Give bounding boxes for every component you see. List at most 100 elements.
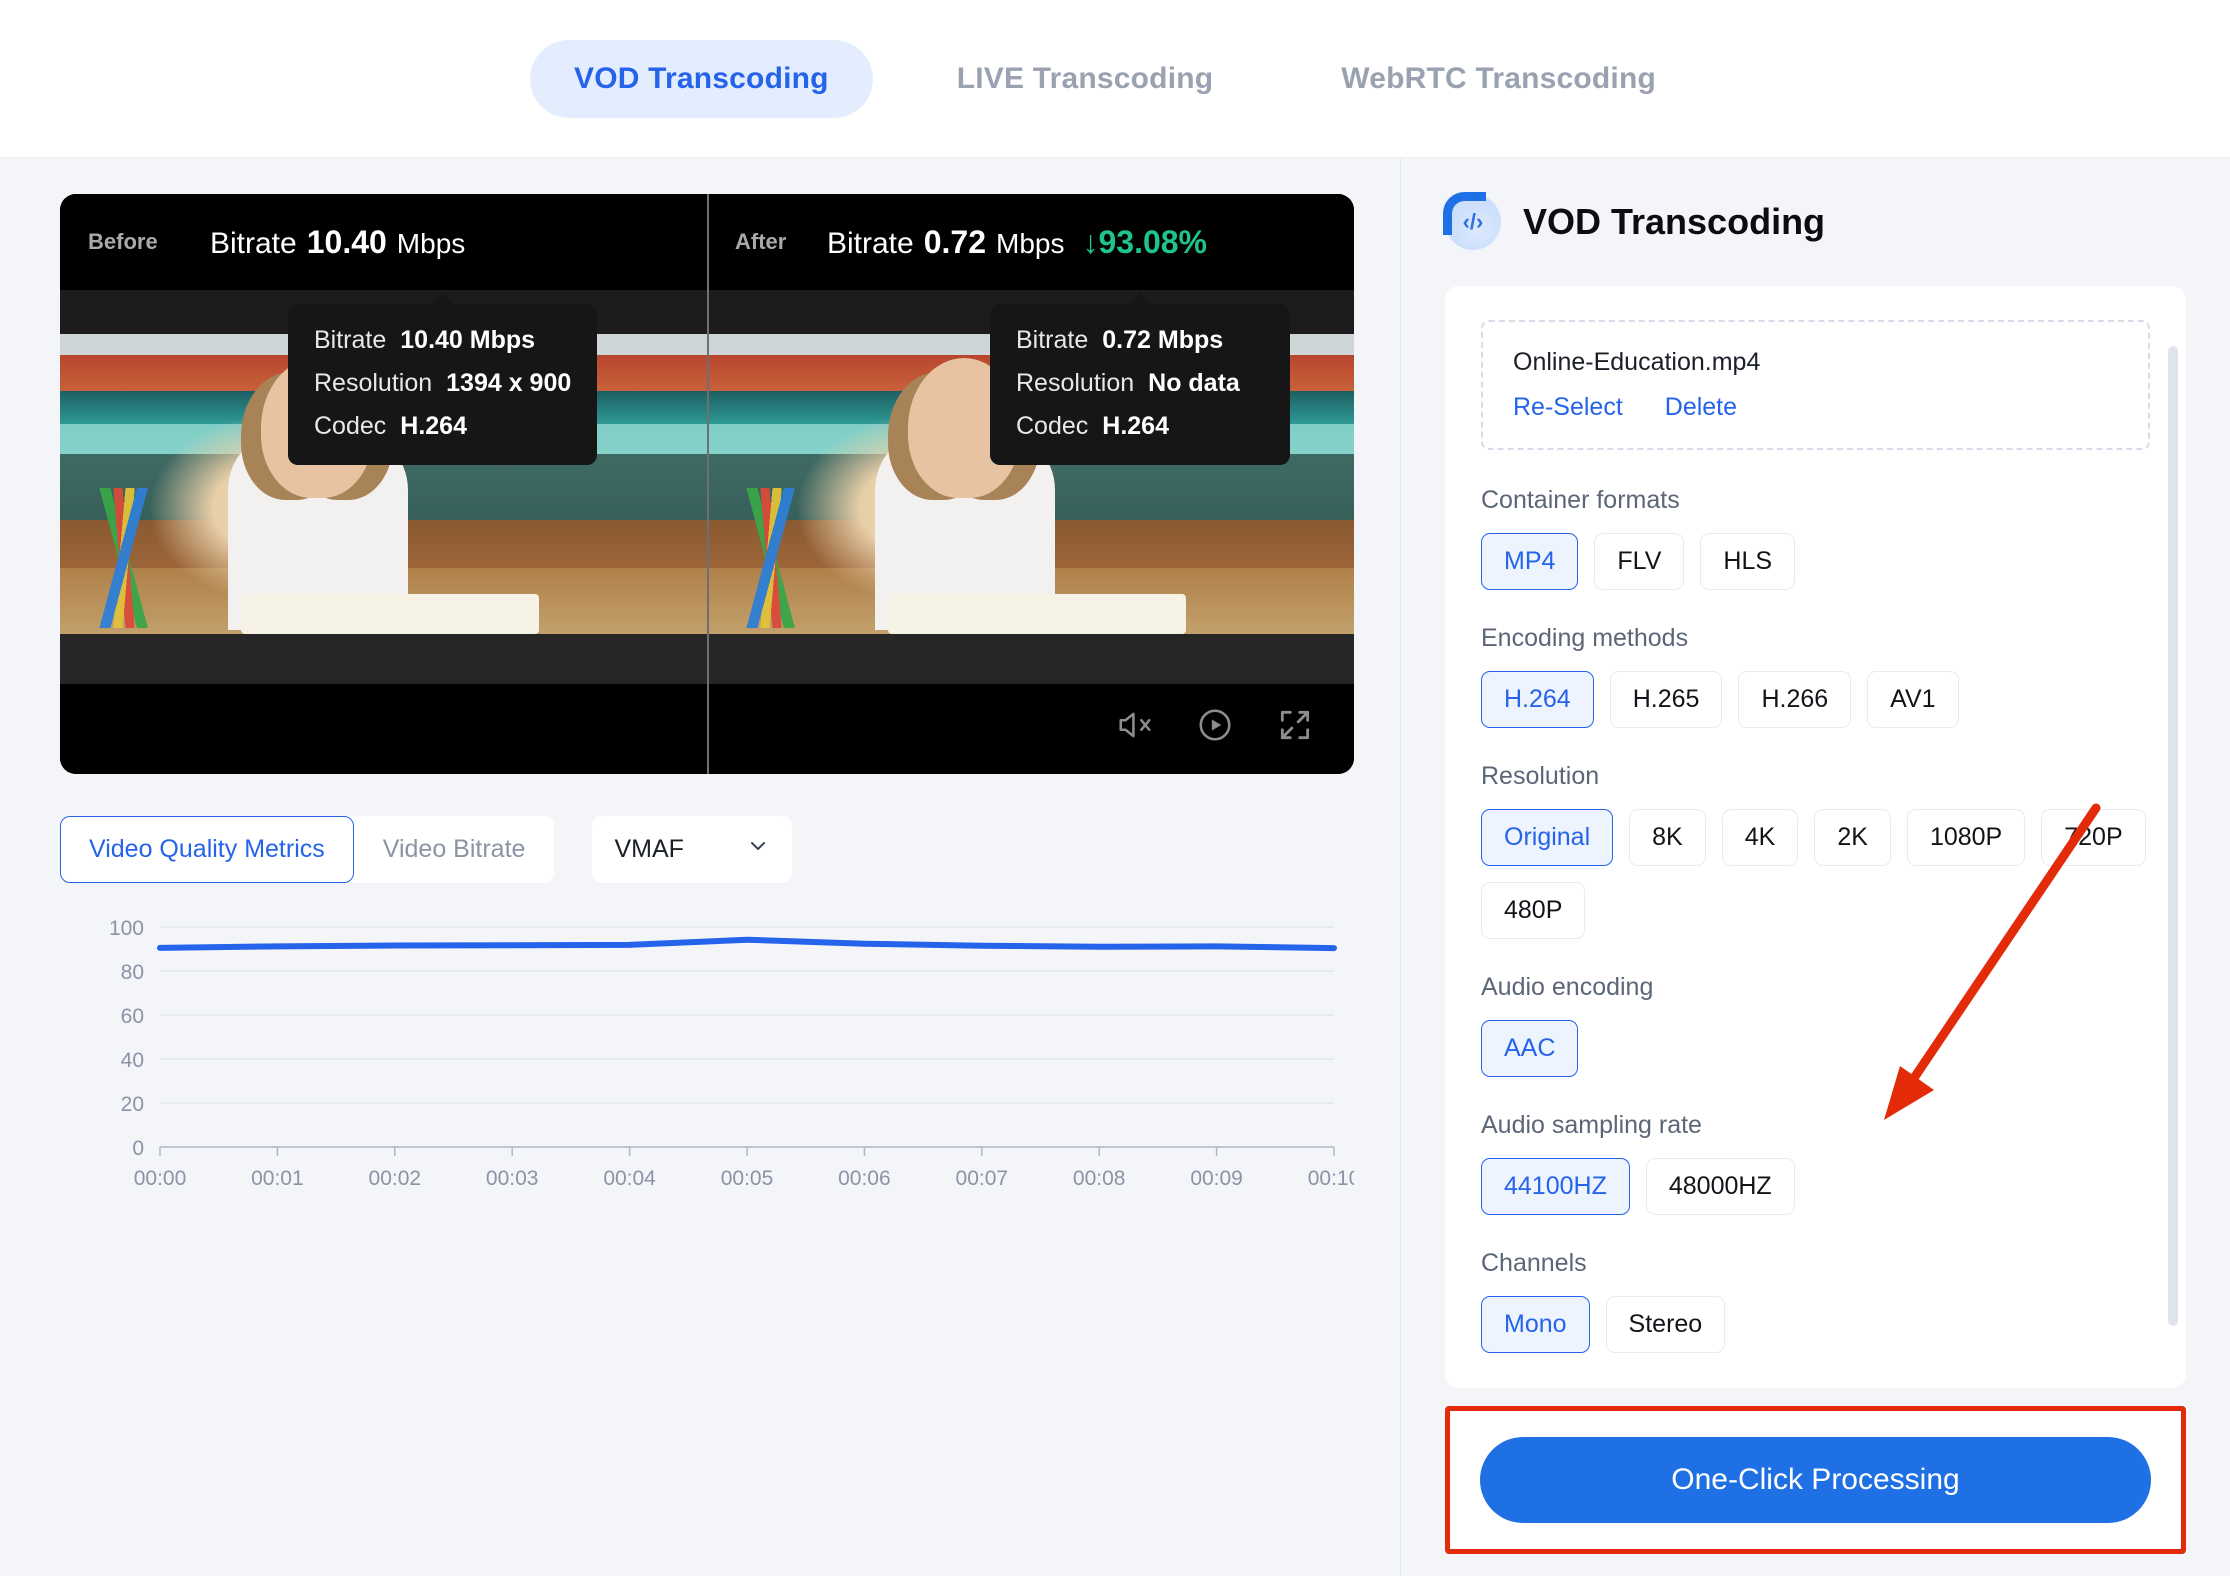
video-comparison-player[interactable]: Before Bitrate 10.40 Mbps After Bitrate …: [60, 194, 1354, 774]
before-info-tooltip: Bitrate 10.40 Mbps Resolution 1394 x 900…: [288, 293, 598, 465]
tab-video-quality-metrics[interactable]: Video Quality Metrics: [60, 816, 354, 883]
x-axis-tick-label: 00:09: [1190, 1167, 1243, 1190]
tooltip-row: Resolution 1394 x 900: [314, 369, 571, 398]
tab-vod-transcoding[interactable]: VOD Transcoding: [529, 39, 873, 118]
quality-chart: 0 20 40 60 80 100 00:00 00:01 00:02 00:03 00:04 00:…: [60, 913, 1354, 1203]
before-label: Before: [88, 229, 158, 254]
before-bitrate-unit: Mbps: [396, 227, 466, 259]
settings-header: ‹/› VOD Transcoding: [1443, 192, 2186, 250]
play-icon[interactable]: [1196, 706, 1234, 744]
tooltip-key: Resolution: [1016, 369, 1135, 397]
tooltip-key: Codec: [1016, 412, 1089, 440]
option-chip[interactable]: H.265: [1609, 671, 1723, 728]
one-click-processing-button[interactable]: One-Click Processing: [1480, 1437, 2151, 1523]
notebook-decor: [888, 594, 1186, 634]
tooltip-value: 10.40 Mbps: [400, 326, 536, 354]
option-chip[interactable]: FLV: [1594, 533, 1685, 590]
tooltip-value: 0.72 Mbps: [1102, 326, 1224, 354]
option-chip[interactable]: AAC: [1481, 1020, 1579, 1077]
section-label: Audio encoding: [1481, 973, 1654, 1001]
option-chip[interactable]: 720P: [2041, 809, 2146, 866]
x-axis-tick-label: 00:04: [603, 1167, 656, 1190]
before-bitrate-value: 10.40: [306, 223, 387, 260]
option-chip[interactable]: MP4: [1481, 533, 1579, 590]
x-axis-tick-label: 00:10: [1308, 1167, 1354, 1190]
option-chip[interactable]: Mono: [1481, 1296, 1590, 1353]
settings-pane: ‹/› VOD Transcoding Online-Education.mp4…: [1400, 158, 2230, 1576]
x-axis-tick-label: 00:08: [1073, 1167, 1126, 1190]
selected-file-name: Online-Education.mp4: [1513, 348, 1761, 376]
tooltip-value: H.264: [400, 412, 467, 440]
player-controls: [1116, 706, 1314, 744]
y-axis-tick-label: 100: [109, 917, 144, 940]
settings-sections: Container formats MP4 FLV HLS Encoding metho…: [1481, 486, 2150, 1353]
pencil-cup-decor: [66, 488, 187, 628]
after-bitrate-key: Bitrate: [827, 226, 914, 260]
option-chip[interactable]: 8K: [1629, 809, 1706, 866]
option-chip[interactable]: 2K: [1814, 809, 1891, 866]
metric-select[interactable]: VMAF: [592, 816, 793, 883]
option-chip[interactable]: 1080P: [1906, 809, 2026, 866]
x-axis-tick-label: 00:03: [486, 1167, 539, 1190]
main-content: Before Bitrate 10.40 Mbps After Bitrate …: [0, 158, 2230, 1576]
y-axis-tick-label: 0: [132, 1137, 144, 1160]
option-group: Original 8K 4K 2K 1080P 720P 480P: [1481, 809, 2150, 939]
option-chip[interactable]: Stereo: [1605, 1296, 1726, 1353]
pencil-cup-decor: [713, 488, 834, 628]
preview-pane: Before Bitrate 10.40 Mbps After Bitrate …: [0, 158, 1400, 1576]
tooltip-row: Bitrate 0.72 Mbps: [1016, 326, 1264, 355]
y-axis-tick-label: 60: [121, 1005, 144, 1028]
tooltip-key: Bitrate: [314, 326, 387, 354]
y-axis-tick-label: 80: [121, 961, 144, 984]
option-chip[interactable]: Original: [1481, 809, 1614, 866]
option-chip[interactable]: AV1: [1867, 671, 1959, 728]
delete-link[interactable]: Delete: [1665, 393, 1737, 422]
tab-live-transcoding[interactable]: LIVE Transcoding: [913, 40, 1258, 118]
mute-icon[interactable]: [1116, 706, 1154, 744]
chart-series-line: [157, 936, 1337, 952]
before-bitrate-key: Bitrate: [210, 226, 297, 260]
comparison-divider[interactable]: [707, 194, 709, 774]
tooltip-row: Bitrate 10.40 Mbps: [314, 326, 571, 355]
option-group: MP4 FLV HLS: [1481, 533, 2150, 590]
tooltip-key: Bitrate: [1016, 326, 1089, 354]
chevron-down-icon: [746, 834, 770, 865]
section-label: Resolution: [1481, 762, 1600, 790]
option-chip[interactable]: HLS: [1700, 533, 1796, 590]
reselect-link[interactable]: Re-Select: [1513, 393, 1623, 422]
notebook-decor: [241, 594, 539, 634]
x-axis-tick-label: 00:02: [369, 1167, 422, 1190]
option-chip[interactable]: H.266: [1738, 671, 1852, 728]
after-bitrate-value: 0.72: [923, 223, 986, 260]
tooltip-value: 1394 x 900: [446, 369, 572, 397]
after-header: After Bitrate 0.72 Mbps ↓93.08%: [707, 194, 1354, 290]
option-group: 44100HZ 48000HZ: [1481, 1158, 2150, 1215]
tooltip-row: Codec H.264: [1016, 412, 1264, 441]
option-chip[interactable]: 4K: [1721, 809, 1799, 866]
x-axis-tick-label: 00:01: [251, 1167, 304, 1190]
chart-svg: 0 20 40 60 80 100 00:00 00:01 00:02 00:03 00:04 00:…: [109, 917, 1354, 1190]
settings-card: Online-Education.mp4 Re-Select Delete Co…: [1445, 286, 2186, 1388]
option-chip[interactable]: 480P: [1481, 882, 1586, 939]
file-dropzone[interactable]: Online-Education.mp4 Re-Select Delete: [1481, 320, 2150, 450]
tab-video-bitrate[interactable]: Video Bitrate: [353, 816, 555, 883]
after-bitrate-unit: Mbps: [996, 227, 1065, 259]
tab-webrtc-transcoding[interactable]: WebRTC Transcoding: [1297, 40, 1700, 118]
after-label: After: [735, 229, 787, 254]
tooltip-value: H.264: [1102, 412, 1169, 440]
tooltip-key: Codec: [314, 412, 387, 440]
option-chip[interactable]: H.264: [1481, 671, 1594, 728]
option-chip[interactable]: 44100HZ: [1481, 1158, 1630, 1215]
logo-glyph: ‹/›: [1462, 209, 1484, 234]
section-label: Encoding methods: [1481, 624, 1689, 652]
settings-scrollbar[interactable]: [2168, 346, 2178, 1326]
metric-select-value: VMAF: [614, 835, 684, 863]
section-label: Audio sampling rate: [1481, 1111, 1702, 1139]
y-axis-tick-label: 40: [121, 1049, 144, 1072]
after-info-tooltip: Bitrate 0.72 Mbps Resolution No data Cod…: [990, 293, 1290, 465]
fullscreen-icon[interactable]: [1276, 706, 1314, 744]
after-bitrate-delta: ↓93.08%: [1082, 223, 1207, 260]
cta-annotation-box: One-Click Processing: [1445, 1406, 2186, 1554]
metrics-segmented-control: Video Quality Metrics Video Bitrate: [60, 816, 555, 883]
option-chip[interactable]: 48000HZ: [1645, 1158, 1795, 1215]
